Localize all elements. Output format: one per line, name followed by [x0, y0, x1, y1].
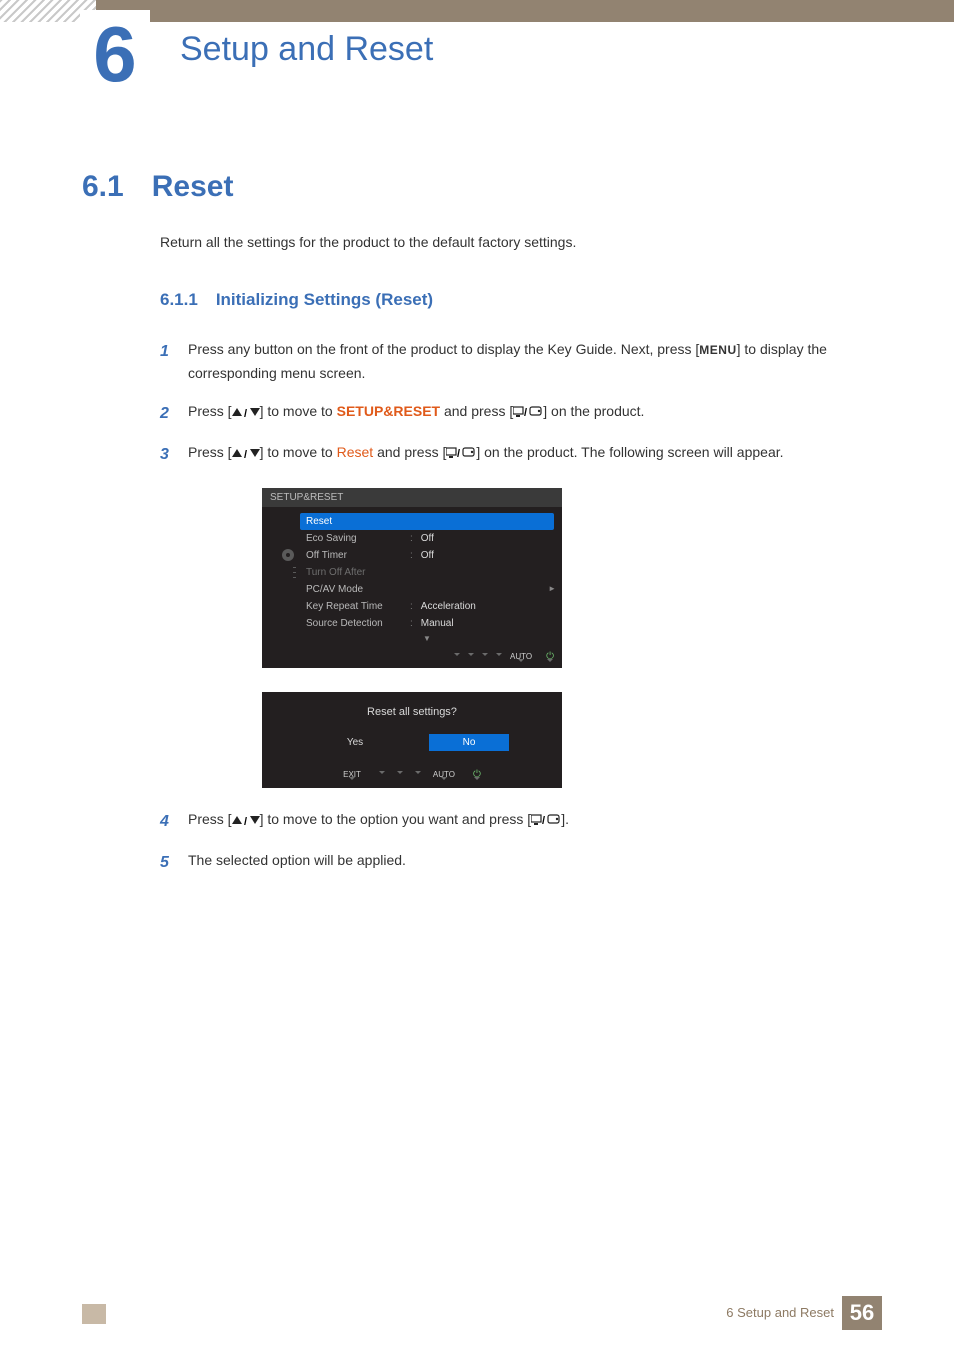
- source-enter-icon: /: [531, 814, 561, 826]
- chapter-title: Setup and Reset: [180, 28, 433, 71]
- highlight-reset: Reset: [337, 444, 374, 460]
- section-title: Reset: [152, 170, 234, 204]
- step-text: Press [/] to move to the option you want…: [188, 808, 569, 835]
- osd-item-eco-saving: Eco Saving:Off: [300, 530, 554, 547]
- step-1: 1 Press any button on the front of the p…: [160, 338, 884, 386]
- step-number: 5: [160, 849, 174, 876]
- svg-text:/: /: [542, 815, 545, 826]
- subsection-number: 6.1.1: [160, 290, 198, 310]
- power-icon: ⏻: [546, 651, 554, 662]
- nav-auto-label: AUTO: [433, 770, 455, 779]
- step-4: 4 Press [/] to move to the option you wa…: [160, 808, 884, 835]
- step-3: 3 Press [/] to move to Reset and press […: [160, 441, 884, 468]
- up-down-icon: /: [232, 449, 260, 459]
- svg-text:/: /: [244, 816, 247, 826]
- osd-list: Reset Eco Saving:Off Off Timer:Off Turn …: [296, 507, 562, 647]
- osd-submenu-arrow-icon: ►: [548, 584, 556, 593]
- subsection-heading: 6.1.1 Initializing Settings (Reset): [160, 290, 884, 310]
- step-5: 5 The selected option will be applied.: [160, 849, 884, 876]
- steps-list: 1 Press any button on the front of the p…: [160, 338, 884, 468]
- source-enter-icon: /: [513, 406, 543, 418]
- osd-more-indicator: ▼: [300, 632, 554, 645]
- up-down-icon: /: [232, 816, 260, 826]
- svg-text:/: /: [244, 408, 247, 418]
- osd-menu: SETUP&RESET Reset Eco Saving:Off Off Tim…: [262, 488, 562, 668]
- osd-figure: SETUP&RESET Reset Eco Saving:Off Off Tim…: [262, 488, 884, 788]
- dialog-prompt: Reset all settings?: [262, 706, 562, 718]
- svg-text:/: /: [244, 449, 247, 459]
- osd-sidebar: [262, 507, 296, 647]
- power-icon: ⏻: [473, 769, 481, 780]
- step-text: The selected option will be applied.: [188, 849, 406, 876]
- footer-accent: [82, 1304, 106, 1324]
- dialog-no: No: [429, 734, 509, 751]
- step-number: 1: [160, 338, 174, 386]
- step-2: 2 Press [/] to move to SETUP&RESET and p…: [160, 400, 884, 427]
- svg-text:/: /: [524, 407, 527, 418]
- footer-text: 6 Setup and Reset: [726, 1305, 834, 1320]
- highlight-setup-reset: SETUP&RESET: [337, 403, 440, 419]
- chapter-number: 6: [93, 15, 136, 93]
- subsection-title: Initializing Settings (Reset): [216, 290, 433, 310]
- osd-nav-bar: AUTO ⏻: [262, 647, 562, 668]
- step-number: 3: [160, 441, 174, 468]
- section-number: 6.1: [82, 170, 124, 204]
- osd-item-key-repeat-time: Key Repeat Time:Acceleration: [300, 598, 554, 615]
- up-down-icon: /: [232, 408, 260, 418]
- osd-item-turn-off-after: Turn Off After: [300, 564, 554, 581]
- osd-body: Reset Eco Saving:Off Off Timer:Off Turn …: [262, 507, 562, 647]
- step-text: Press [/] to move to Reset and press [/]…: [188, 441, 784, 468]
- section-intro: Return all the settings for the product …: [160, 234, 884, 250]
- dialog-options: Yes No: [262, 734, 562, 751]
- page-number: 56: [842, 1296, 882, 1330]
- gear-icon: [280, 547, 296, 563]
- svg-text:/: /: [457, 448, 460, 459]
- dialog-nav-bar: EXIT AUTO ⏻: [262, 767, 562, 782]
- osd-dialog: Reset all settings? Yes No EXIT AUTO ⏻: [262, 692, 562, 788]
- osd-item-source-detection: Source Detection:Manual: [300, 615, 554, 632]
- nav-auto-label: AUTO: [510, 652, 532, 661]
- nav-exit-label: EXIT: [343, 770, 361, 779]
- dialog-yes: Yes: [315, 734, 395, 751]
- page-content: 6.1 Reset Return all the settings for th…: [82, 170, 884, 890]
- chapter-tab: 6: [80, 10, 150, 98]
- osd-item-pc-av-mode: PC/AV Mode: [300, 581, 554, 598]
- step-number: 4: [160, 808, 174, 835]
- section-heading: 6.1 Reset: [82, 170, 884, 204]
- step-text: Press any button on the front of the pro…: [188, 338, 884, 386]
- osd-title: SETUP&RESET: [262, 488, 562, 507]
- steps-list-cont: 4 Press [/] to move to the option you wa…: [160, 808, 884, 876]
- step-text: Press [/] to move to SETUP&RESET and pre…: [188, 400, 644, 427]
- source-enter-icon: /: [446, 447, 476, 459]
- osd-item-reset: Reset: [300, 513, 554, 530]
- osd-item-off-timer: Off Timer:Off: [300, 547, 554, 564]
- menu-label: MENU: [699, 343, 736, 357]
- step-number: 2: [160, 400, 174, 427]
